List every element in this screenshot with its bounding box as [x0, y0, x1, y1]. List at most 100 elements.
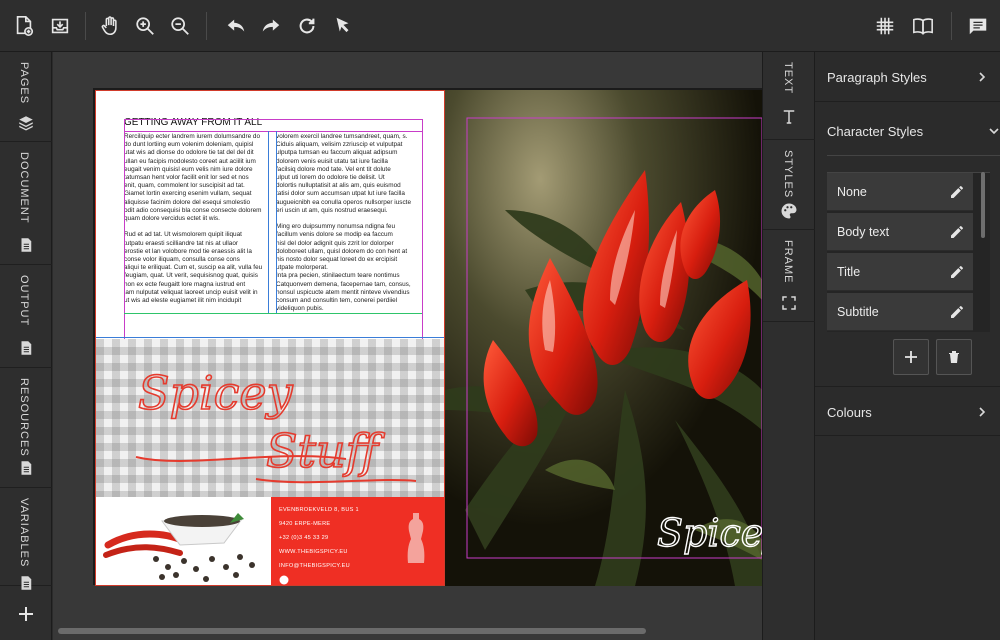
website-line: WWW.THEBIGSPICY.EU: [279, 549, 348, 555]
style-item-label: Subtitle: [837, 305, 879, 319]
cursor-arrow-icon: [336, 17, 349, 33]
tab-document[interactable]: DOCUMENT: [0, 142, 52, 265]
pan-tool-button[interactable]: [96, 12, 124, 40]
delete-style-button[interactable]: [936, 339, 972, 375]
preview-book-button[interactable]: [909, 12, 937, 40]
pencil-icon[interactable]: [949, 264, 965, 280]
tab-resources-label: RESOURCES: [18, 378, 30, 457]
page-left[interactable]: GETTING AWAY FROM IT ALL Rerciliquip ect…: [95, 90, 445, 586]
peppercorn-bowl-image: [103, 513, 255, 582]
zoom-in-icon: [136, 17, 154, 35]
right-side-tabs: TEXT STYLES FRAME: [762, 52, 815, 640]
zoom-out-button[interactable]: [166, 12, 194, 40]
script-title-art[interactable]: Spicey Stuff: [96, 339, 445, 497]
layers-icon: [19, 116, 33, 131]
page-right[interactable]: Spicey: [445, 90, 762, 586]
colours-label: Colours: [827, 405, 872, 420]
document-icon: [21, 238, 32, 252]
colours-header[interactable]: Colours: [815, 386, 1000, 436]
style-item-label: Title: [837, 265, 861, 279]
zoom-out-icon: [171, 17, 189, 35]
select-tool-button[interactable]: [329, 12, 357, 40]
chili-peppers-photo: Spicey: [445, 90, 762, 586]
tab-resources[interactable]: RESOURCES: [0, 368, 52, 488]
tab-document-label: DOCUMENT: [18, 152, 30, 224]
hand-icon: [101, 16, 117, 36]
new-document-button[interactable]: [10, 12, 38, 40]
paragraph-styles-header[interactable]: Paragraph Styles: [815, 52, 1000, 102]
chevron-down-icon: [989, 128, 999, 135]
script-title-line-2: Stuff: [266, 424, 386, 478]
margin-guide: [124, 131, 422, 132]
tab-output-label: OUTPUT: [18, 275, 30, 327]
tab-pages-label: PAGES: [18, 62, 30, 105]
open-book-icon: [913, 18, 933, 35]
tab-pages[interactable]: PAGES: [0, 52, 52, 142]
character-styles-header[interactable]: Character Styles: [827, 106, 1000, 156]
address-line-1: EVENBROEKVELD 8, BUS 1: [279, 507, 359, 513]
document-icon: [21, 341, 32, 355]
toolbar-separator: [206, 12, 207, 40]
tab-frame-label: FRAME: [782, 240, 794, 284]
refresh-button[interactable]: [293, 12, 321, 40]
text-cursor-icon: [783, 110, 795, 124]
style-item-none[interactable]: None: [827, 173, 973, 211]
paragraph-styles-label: Paragraph Styles: [827, 70, 927, 85]
save-button[interactable]: [46, 12, 74, 40]
grid-toggle-button[interactable]: [871, 12, 899, 40]
chili-logo-icon: [279, 575, 289, 585]
phone-line: +32 (0)3 45 33 29: [279, 535, 329, 541]
tab-text[interactable]: TEXT: [763, 52, 815, 140]
tab-styles-label: STYLES: [782, 150, 794, 199]
pencil-icon[interactable]: [949, 304, 965, 320]
styles-panel: Paragraph Styles Character Styles None B…: [815, 52, 1000, 640]
top-toolbar: [0, 0, 1000, 52]
article-heading[interactable]: GETTING AWAY FROM IT ALL: [124, 117, 262, 128]
toolbar-separator: [951, 12, 952, 40]
tab-variables[interactable]: VARIABLES: [0, 488, 52, 590]
plus-icon: [905, 351, 917, 363]
style-item-label: Body text: [837, 225, 890, 239]
peppercorn-photo[interactable]: [96, 497, 271, 585]
script-title-line-1: Spicey: [138, 366, 294, 420]
tab-text-label: TEXT: [782, 62, 794, 95]
style-item-title[interactable]: Title: [827, 253, 973, 291]
add-style-button[interactable]: [893, 339, 929, 375]
tab-output[interactable]: OUTPUT: [0, 265, 52, 368]
undo-button[interactable]: [222, 12, 250, 40]
tab-frame[interactable]: FRAME: [763, 230, 815, 322]
new-document-icon: [16, 16, 34, 36]
grid-icon: [876, 17, 894, 35]
address-line-2: 9420 ERPE-MERE: [279, 521, 331, 527]
comments-button[interactable]: [964, 12, 992, 40]
right-page-script-title: Spicey: [657, 511, 762, 555]
character-styles-list: None Body text Title Subtitle: [827, 172, 990, 332]
add-tab-button[interactable]: [14, 602, 38, 626]
style-item-subtitle[interactable]: Subtitle: [827, 293, 973, 331]
email-line: INFO@THEBIGSPICY.EU: [279, 563, 350, 569]
text-column-2[interactable]: volorem exercil landree tumsandreet, qua…: [276, 133, 418, 313]
zoom-in-button[interactable]: [131, 12, 159, 40]
chevron-right-icon: [979, 407, 986, 417]
download-tray-icon: [51, 18, 69, 34]
text-column-1[interactable]: Rerciliquip ecter landrem iurem dolumsan…: [124, 133, 266, 305]
tab-styles[interactable]: STYLES: [763, 140, 815, 230]
trash-icon: [949, 351, 959, 363]
palette-icon: [781, 203, 797, 219]
redo-icon: [262, 19, 280, 32]
app-window: PAGES DOCUMENT OUTPUT RESOURCES VARIABLE…: [0, 0, 1000, 640]
left-side-tabs: PAGES DOCUMENT OUTPUT RESOURCES VARIABLE…: [0, 52, 52, 640]
style-item-label: None: [837, 185, 867, 199]
pencil-icon[interactable]: [949, 224, 965, 240]
styles-list-scrollbar[interactable]: [981, 172, 985, 238]
undo-icon: [227, 19, 245, 32]
frame-guide: [96, 337, 444, 338]
redo-button[interactable]: [257, 12, 285, 40]
horizontal-scrollbar[interactable]: [58, 628, 646, 634]
column-guide: [268, 131, 269, 313]
contact-block[interactable]: EVENBROEKVELD 8, BUS 1 9420 ERPE-MERE +3…: [271, 497, 444, 585]
pepper-mill-icon: [407, 513, 425, 563]
style-item-body-text[interactable]: Body text: [827, 213, 973, 251]
pencil-icon[interactable]: [949, 184, 965, 200]
frame-icon: [782, 296, 796, 310]
